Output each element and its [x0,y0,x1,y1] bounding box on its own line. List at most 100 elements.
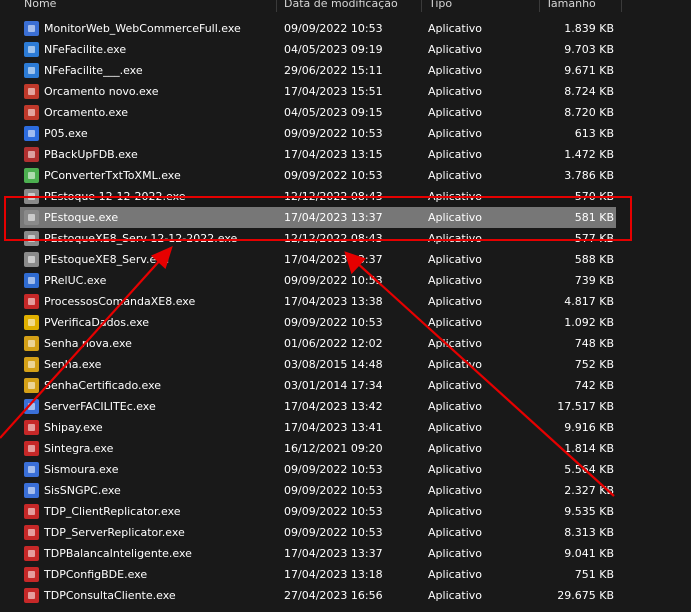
file-size: 8.724 KB [564,85,614,98]
file-row[interactable]: TDP_ClientReplicator.exe 09/09/2022 10:53… [0,501,621,522]
app-icon [24,315,39,330]
app-icon [24,462,39,477]
file-row[interactable]: PBackUpFDB.exe 17/04/2023 13:15 Aplicativo… [0,144,621,165]
file-type: Aplicativo [428,106,483,119]
file-row[interactable]: SenhaCertificado.exe 03/01/2014 17:34 Apli… [0,375,621,396]
file-size: 9.041 KB [564,547,614,560]
file-date: 16/12/2021 09:20 [284,442,383,455]
column-header-size[interactable]: Tamanho [546,0,596,12]
file-size: 4.817 KB [564,295,614,308]
file-size: 5.564 KB [564,463,614,476]
file-date: 17/04/2023 13:18 [284,568,383,581]
file-name: SisSNGPC.exe [44,484,121,497]
file-row[interactable]: SisSNGPC.exe 09/09/2022 10:53 Aplicativo 2.… [0,480,621,501]
file-row[interactable]: P05.exe 09/09/2022 10:53 Aplicativo 613 KB [0,123,621,144]
file-date: 03/08/2015 14:48 [284,358,383,371]
file-row[interactable]: Sintegra.exe 16/12/2021 09:20 Aplicativo 1.… [0,438,621,459]
file-type: Aplicativo [428,64,483,77]
file-row[interactable]: PEstoqueXE8_Serv 12-12-2022.exe 12/12/202… [0,228,621,249]
file-name: Sintegra.exe [44,442,114,455]
file-name: PEstoqueXE8_Serv 12-12-2022.exe [44,232,238,245]
file-name: PEstoqueXE8_Serv.exe [44,253,170,266]
file-date: 09/09/2022 10:53 [284,505,383,518]
app-icon [24,105,39,120]
file-row[interactable]: MonitorWeb_WebCommerceFull.exe 09/09/2022… [0,18,621,39]
file-row[interactable]: TDPConsultaCliente.exe 27/04/2023 16:56 Ap… [0,585,621,606]
file-size: 1.092 KB [564,316,614,329]
file-row[interactable]: TDP_ServerReplicator.exe 09/09/2022 10:53… [0,522,621,543]
file-row[interactable]: PEstoque.exe 17/04/2023 13:37 Aplicativo 58… [20,207,616,228]
app-icon [24,378,39,393]
file-row[interactable]: Shipay.exe 17/04/2023 13:41 Aplicativo 9.91… [0,417,621,438]
column-divider[interactable] [276,0,277,12]
file-size: 581 KB [574,211,614,224]
file-row[interactable]: Orcamento novo.exe 17/04/2023 15:51 Aplica… [0,81,621,102]
file-size: 1.839 KB [564,22,614,35]
file-size: 17.517 KB [557,400,614,413]
file-size: 613 KB [574,127,614,140]
file-size: 742 KB [574,379,614,392]
app-icon [24,357,39,372]
file-name: ServerFACILITEc.exe [44,400,156,413]
file-date: 17/04/2023 13:37 [284,211,383,224]
file-row[interactable]: ProcessosComandaXE8.exe 17/04/2023 13:38 A… [0,291,621,312]
file-row[interactable]: TDPBalancaInteligente.exe 17/04/2023 13:3… [0,543,621,564]
file-row[interactable]: PConverterTxtToXML.exe 09/09/2022 10:53 Ap… [0,165,621,186]
file-type: Aplicativo [428,232,483,245]
file-name: TDPBalancaInteligente.exe [44,547,192,560]
file-row[interactable]: Senha.exe 03/08/2015 14:48 Aplicativo 752 K… [0,354,621,375]
file-name: PEstoque 12-12-2022.exe [44,190,186,203]
file-type: Aplicativo [428,85,483,98]
file-type: Aplicativo [428,442,483,455]
file-row[interactable]: Senha nova.exe 01/06/2022 12:02 Aplicativo… [0,333,621,354]
file-type: Aplicativo [428,211,483,224]
column-divider[interactable] [539,0,540,12]
file-name: Senha nova.exe [44,337,132,350]
file-name: PBackUpFDB.exe [44,148,138,161]
app-icon [24,252,39,267]
app-icon [24,63,39,78]
app-icon [24,126,39,141]
file-type: Aplicativo [428,505,483,518]
file-size: 9.535 KB [564,505,614,518]
file-row[interactable]: Sismoura.exe 09/09/2022 10:53 Aplicativo 5.… [0,459,621,480]
file-date: 09/09/2022 10:53 [284,22,383,35]
app-icon [24,210,39,225]
file-row[interactable]: TDPConfigBDE.exe 17/04/2023 13:18 Aplicati… [0,564,621,585]
file-row[interactable]: Orcamento.exe 04/05/2023 09:15 Aplicativo 8… [0,102,621,123]
column-divider[interactable] [621,0,622,12]
file-date: 01/06/2022 12:02 [284,337,383,350]
file-size: 1.472 KB [564,148,614,161]
file-date: 27/04/2023 16:56 [284,589,383,602]
file-row[interactable]: PEstoque 12-12-2022.exe 12/12/2022 08:43 A… [0,186,621,207]
file-date: 17/04/2023 13:15 [284,148,383,161]
column-header-type[interactable]: Tipo [429,0,452,12]
file-size: 1.814 KB [564,442,614,455]
file-date: 12/12/2022 08:43 [284,190,383,203]
file-name: PRelUC.exe [44,274,107,287]
column-header-name[interactable]: Nome [24,0,56,12]
file-row[interactable]: ServerFACILITEc.exe 17/04/2023 13:42 Aplic… [0,396,621,417]
app-icon [24,168,39,183]
file-date: 29/06/2022 15:11 [284,64,383,77]
file-row[interactable]: NFeFacilite.exe 04/05/2023 09:19 Aplicativ… [0,39,621,60]
app-icon [24,84,39,99]
file-name: Sismoura.exe [44,463,119,476]
column-header-date[interactable]: Data de modificação [284,0,398,12]
file-row[interactable]: NFeFacilite___.exe 29/06/2022 15:11 Aplica… [0,60,621,81]
app-icon [24,588,39,603]
column-divider[interactable] [421,0,422,12]
file-row[interactable]: PEstoqueXE8_Serv.exe 17/04/2023 13:37 Apli… [0,249,621,270]
file-size: 570 KB [574,190,614,203]
file-date: 09/09/2022 10:53 [284,526,383,539]
file-type: Aplicativo [428,127,483,140]
file-row[interactable]: PVerificaDados.exe 09/09/2022 10:53 Aplica… [0,312,621,333]
file-type: Aplicativo [428,22,483,35]
file-size: 577 KB [574,232,614,245]
file-row[interactable]: PRelUC.exe 09/09/2022 10:53 Aplicativo 739 … [0,270,621,291]
file-type: Aplicativo [428,358,483,371]
file-name: TDPConsultaCliente.exe [44,589,176,602]
file-date: 09/09/2022 10:53 [284,169,383,182]
app-icon [24,147,39,162]
app-icon [24,399,39,414]
